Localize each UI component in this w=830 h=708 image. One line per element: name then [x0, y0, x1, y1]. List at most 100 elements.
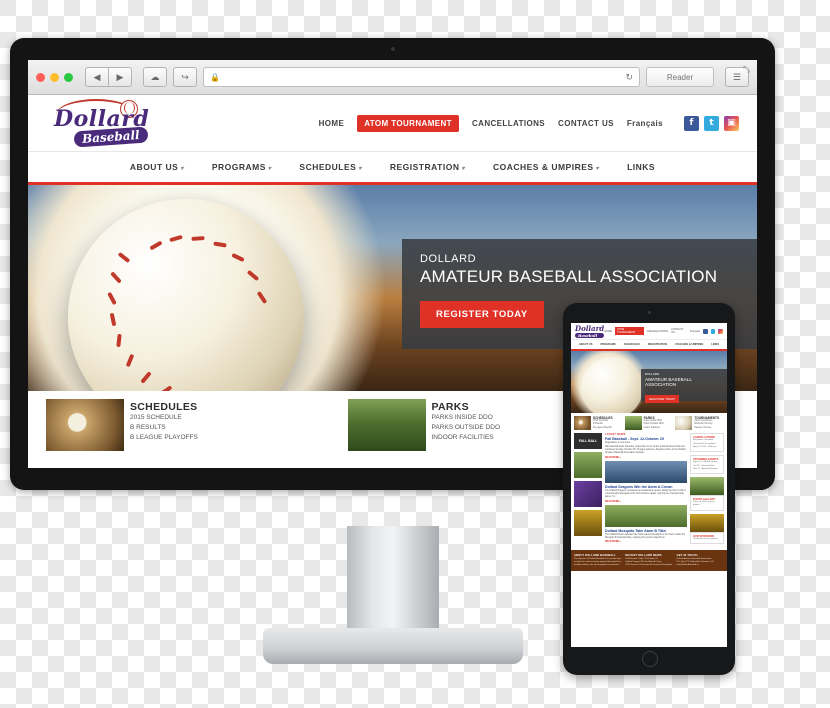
main-navigation[interactable]: ABOUT US ▾ PROGRAMS ▾ SCHEDULES ▾ REGISTRAT…	[28, 151, 757, 185]
tablet-promo-card-schedules[interactable]: SCHEDULES 2015 Schedule B Results B Leag…	[574, 416, 623, 430]
tablet-sidebar-upcoming-events[interactable]: UPCOMING EVENTS Sept 12 - Fall Ball Open…	[690, 455, 724, 475]
nav-buttons[interactable]: ◀ ▶	[85, 67, 132, 87]
tablet-sidebar-line: Aug 21, 2015 - 6:30 p.m.	[693, 445, 718, 448]
promo-line[interactable]: PARKS INSIDE DDO	[432, 413, 501, 423]
tablet-nav-programs[interactable]: PROGRAMS	[600, 343, 615, 346]
tablet-promo-line[interactable]: Peewee Tourney	[694, 427, 719, 430]
tablet-read-more-link[interactable]: READ MORE »	[605, 541, 687, 543]
nav-item-registration[interactable]: REGISTRATION ▾	[390, 162, 465, 172]
instagram-icon[interactable]: ▣	[724, 115, 739, 131]
hero-kicker: DOLLARD	[420, 253, 477, 265]
tablet-sidebar-photo-gallery[interactable]: PHOTO GALLERY View our 2015 season photo…	[690, 495, 724, 511]
ipad-screen: Dollard Baseball HOME ATOM TOURNAMENT CA…	[571, 323, 727, 647]
tablet-nav-coaches-umpires[interactable]: COACHES & UMPIRES	[675, 343, 703, 346]
promo-line[interactable]: 2015 SCHEDULE	[130, 413, 198, 423]
top-navigation[interactable]: HOME ATOM TOURNAMENT CANCELLATIONS CONTA…	[319, 114, 739, 132]
tablet-news-article[interactable]: Dollard Dragons Win the Atom A Crown The…	[605, 485, 687, 503]
tablet-nav-about-us[interactable]: ABOUT US	[579, 343, 593, 346]
tablet-news-title[interactable]: Dollard Mosquito Take Atom B Title!	[605, 529, 687, 533]
tablet-top-navigation[interactable]: HOME ATOM TOURNAMENT CANCELLATIONS CONTA…	[604, 327, 723, 335]
tablet-promo-line[interactable]: Indoor Facilities	[644, 427, 664, 430]
tablet-fall-ball-banner[interactable]: FALL BALL	[574, 433, 602, 450]
tablet-topnav-cancellations[interactable]: CANCELLATIONS	[647, 330, 668, 333]
tablet-site-header: Dollard Baseball HOME ATOM TOURNAMENT CA…	[571, 323, 727, 339]
tablet-topnav-home[interactable]: HOME	[604, 330, 612, 333]
reload-icon[interactable]: ↻	[625, 72, 633, 83]
promo-card-schedules[interactable]: SCHEDULES 2015 SCHEDULE B RESULTS B LEAG…	[46, 399, 348, 453]
facebook-icon[interactable]: f	[684, 115, 699, 131]
tablet-footer-title: RECENT DOLLARD NEWS	[625, 553, 662, 557]
tablet-topnav-francais[interactable]: Français	[690, 330, 700, 333]
scene: ◀ ▶ ☁ ↪ 🔒 ↻ Reader ☰ ⤡ Dollard Baseball …	[0, 0, 830, 708]
tablet-nav-links[interactable]: LINKS	[711, 343, 719, 346]
tablet-footer-line[interactable]: 2015 Season & Tournament Provincial Reco…	[625, 564, 672, 567]
topnav-item-home[interactable]: HOME	[319, 119, 345, 128]
twitter-icon[interactable]: t	[704, 115, 719, 131]
tablet-twitter-icon[interactable]	[710, 328, 716, 334]
nav-item-schedules[interactable]: SCHEDULES ▾	[299, 162, 361, 172]
tablet-sidebar: CANCELLATIONS No games cancelled Check b…	[690, 433, 724, 547]
tablet-news-title[interactable]: Dollard Dragons Win the Atom A Crown	[605, 485, 687, 489]
tablet-facebook-icon[interactable]	[702, 328, 708, 334]
tablet-sidebar-sponsors[interactable]: OUR SPONSORS Thank you to our partners	[690, 531, 724, 544]
tablet-topnav-atom-tournament[interactable]: ATOM TOURNAMENT	[614, 327, 644, 335]
promo-line[interactable]: INDOOR FACILITIES	[432, 433, 501, 443]
imac-stand-neck	[346, 526, 439, 634]
tablet-logo[interactable]: Dollard Baseball	[575, 324, 605, 338]
tablet-sidebar-cancellations[interactable]: CANCELLATIONS No games cancelled Check b…	[690, 433, 724, 453]
tablet-footer-contact: GET IN TOUCH Dollard Amateur Baseball As…	[677, 554, 724, 567]
tablet-sidebar-line: Thank you to our partners	[693, 537, 719, 540]
promo-line[interactable]: B RESULTS	[130, 423, 198, 433]
tablet-promo-card-parks[interactable]: PARKS Parks Inside DDO Parks Outside DDO…	[624, 416, 674, 430]
tablet-nav-schedules[interactable]: SCHEDULES	[624, 343, 640, 346]
nav-item-links[interactable]: LINKS	[627, 162, 655, 172]
nav-label: LINKS	[627, 162, 656, 172]
tablet-nav-registration[interactable]: REGISTRATION	[648, 343, 667, 346]
tablet-news-title[interactable]: Fall Baseball - Sept. 12-October 25	[605, 437, 687, 441]
tablet-topnav-contact-us[interactable]: CONTACT US	[671, 328, 687, 334]
resize-icon[interactable]: ⤡	[743, 64, 753, 74]
minimize-icon[interactable]	[50, 72, 59, 82]
promo-line[interactable]: PARKS OUTSIDE DDO	[432, 423, 501, 433]
reader-button[interactable]: Reader	[646, 67, 714, 87]
nav-item-coaches-umpires[interactable]: COACHES & UMPIRES ▾	[493, 162, 599, 172]
tablet-main-navigation[interactable]: ABOUT US PROGRAMS SCHEDULES REGISTRATION…	[571, 339, 727, 351]
topnav-item-francais[interactable]: Français	[627, 119, 663, 128]
address-bar[interactable]: 🔒 ↻	[203, 67, 640, 87]
nav-label: COACHES & UMPIRES	[492, 162, 594, 172]
topnav-item-atom-tournament[interactable]: ATOM TOURNAMENT	[357, 114, 459, 132]
nav-item-about-us[interactable]: ABOUT US ▾	[130, 162, 184, 172]
promo-heading: PARKS	[431, 401, 469, 413]
close-icon[interactable]	[36, 72, 45, 82]
window-controls[interactable]	[36, 72, 73, 82]
topnav-item-contact-us[interactable]: CONTACT US	[558, 119, 614, 128]
promo-image-youth-player	[347, 399, 426, 451]
tablet-news-body: The Dollard Dragons completed an outstan…	[605, 489, 687, 499]
tablet-instagram-icon[interactable]	[718, 328, 723, 334]
webcam-icon	[390, 47, 395, 51]
back-icon[interactable]: ◀	[85, 67, 109, 87]
site-logo[interactable]: Dollard Baseball	[46, 98, 176, 148]
icloud-tabs-icon[interactable]: ☁	[143, 67, 167, 87]
zoom-icon[interactable]	[64, 72, 73, 82]
ipad-home-button[interactable]	[642, 651, 658, 667]
tablet-read-more-link[interactable]: READ MORE »	[605, 457, 687, 459]
tablet-read-more-link[interactable]: READ MORE »	[605, 501, 687, 503]
tablet-promo-image-glove	[574, 416, 591, 430]
social-links[interactable]: f t ▣	[684, 115, 739, 131]
tablet-news-image-team	[605, 460, 687, 483]
topnav-item-cancellations[interactable]: CANCELLATIONS	[472, 119, 545, 128]
nav-item-programs[interactable]: PROGRAMS ▾	[212, 162, 272, 172]
tablet-register-today-button[interactable]: REGISTER TODAY	[645, 395, 680, 403]
promo-line[interactable]: B LEAGUE PLAYOFFS	[130, 433, 198, 443]
tablet-news-article[interactable]: Dollard Mosquito Take Atom B Title! The …	[605, 529, 687, 544]
chevron-down-icon: ▾	[595, 166, 600, 172]
tablet-promo-line[interactable]: B League Playoffs	[593, 427, 613, 430]
tablet-left-image-kids	[574, 452, 602, 479]
register-today-button[interactable]: REGISTER TODAY	[420, 301, 544, 328]
tablet-news-article[interactable]: Fall Baseball - Sept. 12-October 25 Regi…	[605, 437, 687, 458]
forward-icon[interactable]: ▶	[109, 67, 132, 87]
share-icon[interactable]: ↪	[173, 67, 197, 87]
tablet-promo-card-tournaments[interactable]: TOURNAMENTS Atom Tournament Mosquito Tou…	[675, 416, 724, 430]
tablet-logo-subtitle: Baseball	[575, 333, 605, 338]
